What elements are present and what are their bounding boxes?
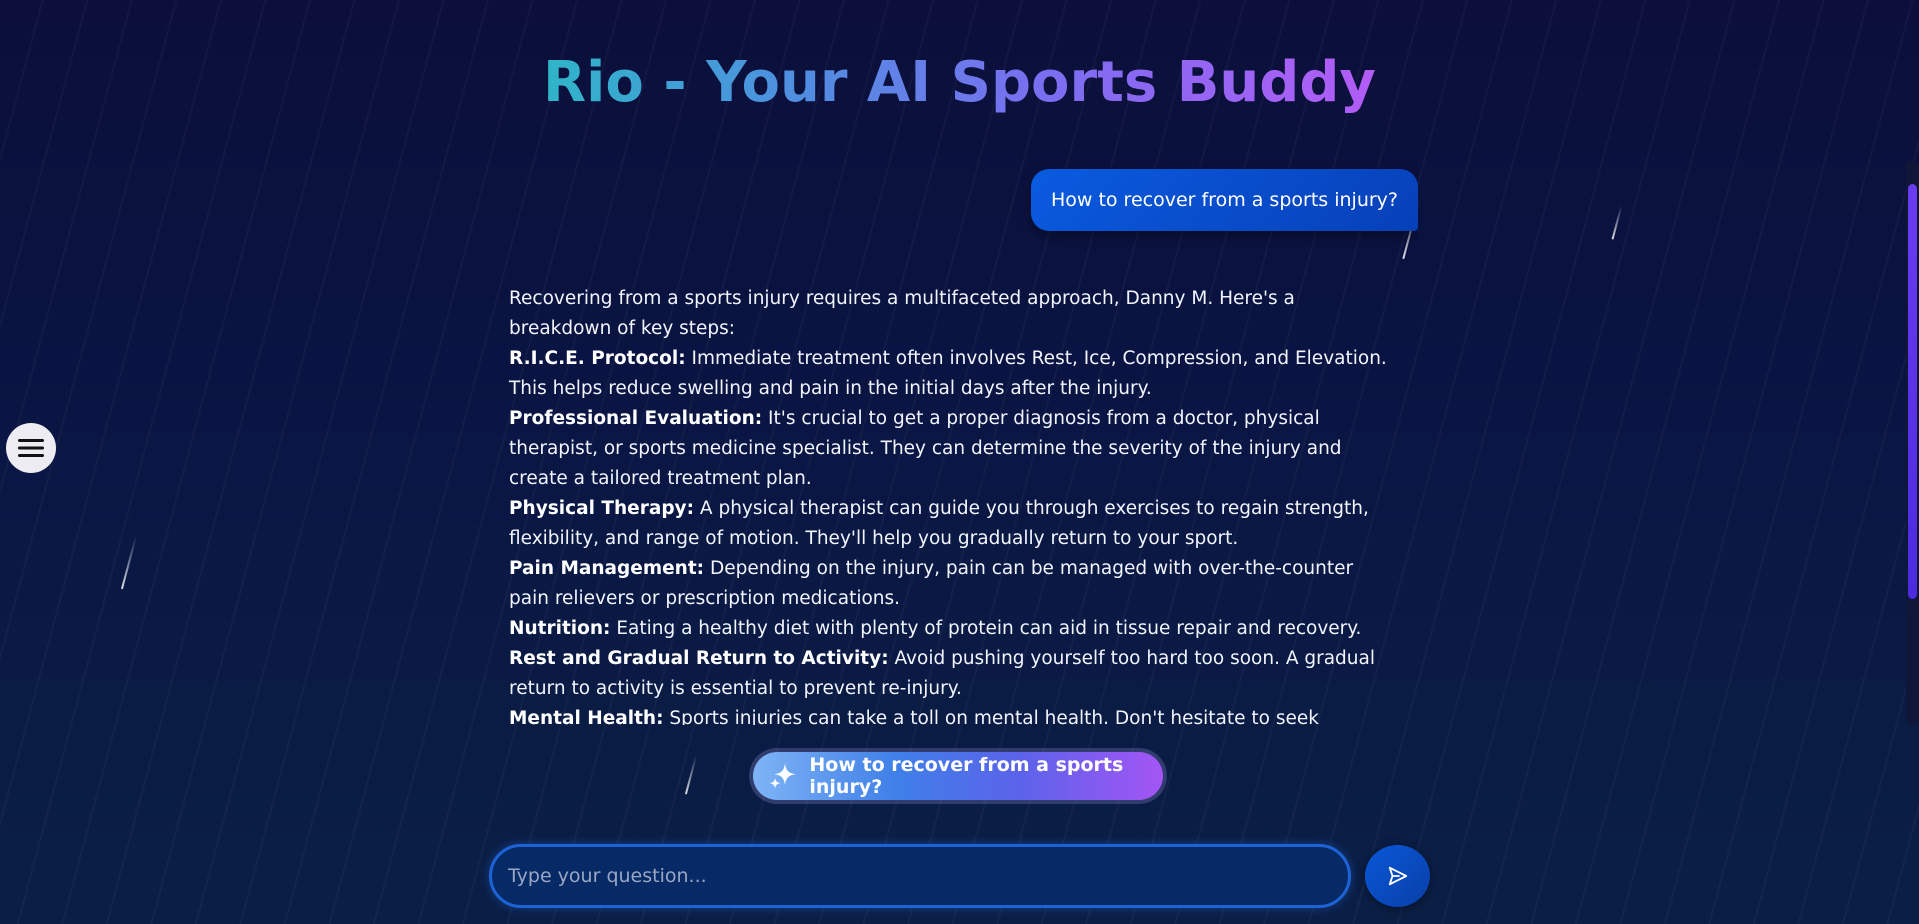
answer-item: Mental Health: Sports injuries can take … [509,704,1389,725]
page-title: Rio - Your AI Sports Buddy [543,50,1376,115]
suggestion-chip-body[interactable]: How to recover from a sports injury? [753,752,1163,800]
question-input-wrapper[interactable] [489,844,1351,908]
send-icon [1388,866,1407,886]
answer-intro: Recovering from a sports injury requires… [509,288,1295,339]
answer-item-label: Physical Therapy: [509,498,695,519]
sparkle-icon [769,763,796,789]
answer-item: Rest and Gradual Return to Activity: Avo… [509,644,1389,704]
falling-streak [1611,205,1623,240]
falling-streak [684,755,698,795]
answer-item-label: Professional Evaluation: [509,408,763,429]
falling-streak [120,535,138,590]
answer-item-label: R.I.C.E. Protocol: [509,348,686,369]
answer-item: Physical Therapy: A physical therapist c… [509,494,1389,554]
answer-item-label: Rest and Gradual Return to Activity: [509,648,889,669]
hamburger-icon [18,439,44,457]
answer-item: Professional Evaluation: It's crucial to… [509,404,1389,494]
user-message-bubble: How to recover from a sports injury? [1030,169,1418,231]
answer-item-label: Mental Health: [509,708,664,725]
chat-log[interactable]: How to recover from a sports injury? Rec… [488,160,1418,725]
answer-item-text: Eating a healthy diet with plenty of pro… [610,618,1362,639]
answer-item: Pain Management: Depending on the injury… [509,554,1389,614]
suggestion-chip-label: How to recover from a sports injury? [809,754,1124,798]
scrollbar-thumb[interactable] [1908,184,1917,599]
assistant-answer: Recovering from a sports injury requires… [509,284,1389,725]
question-input[interactable] [492,847,1348,905]
menu-button[interactable] [6,423,56,473]
answer-item-label: Pain Management: [509,558,705,579]
send-button[interactable] [1365,845,1430,907]
suggestion-chip[interactable]: How to recover from a sports injury? [749,748,1167,804]
answer-item: R.I.C.E. Protocol: Immediate treatment o… [509,344,1389,404]
answer-item: Nutrition: Eating a healthy diet with pl… [509,614,1389,644]
answer-item-label: Nutrition: [509,618,611,639]
chat-scrollbar[interactable] [1906,160,1919,725]
